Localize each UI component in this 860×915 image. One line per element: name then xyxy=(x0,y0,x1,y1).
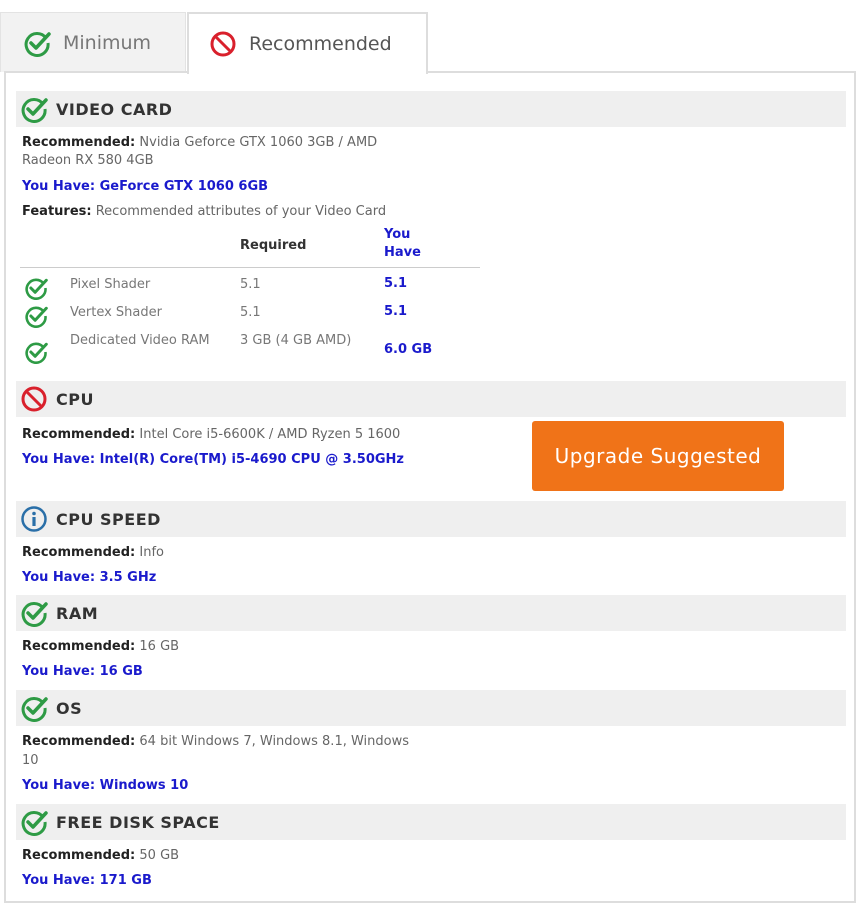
check-circle-icon xyxy=(20,599,48,627)
cpu-speed-title: CPU SPEED xyxy=(56,509,161,529)
cpu-speed-header: CPU SPEED xyxy=(16,501,846,537)
disk-recommended: Recommended: 50 GB xyxy=(22,848,179,863)
disk-title: FREE DISK SPACE xyxy=(56,812,220,832)
cpu-header: CPU xyxy=(16,381,846,417)
feature-name: Vertex Shader xyxy=(70,305,162,320)
have-value: 3.5 GHz xyxy=(99,570,157,585)
feature-have: 6.0 GB xyxy=(384,342,433,357)
recommended-value: Nvidia Geforce GTX 1060 3GB / AMD xyxy=(139,135,378,150)
video-card-features: Features: Recommended attributes of your… xyxy=(22,204,386,219)
disk-header: FREE DISK SPACE xyxy=(16,804,846,840)
recommended-label: Recommended: xyxy=(22,135,136,150)
recommended-value: Info xyxy=(139,545,165,560)
recommended-value: Intel Core i5-6600K / AMD Ryzen 5 1600 xyxy=(139,427,401,442)
feature-have: 5.1 xyxy=(384,304,408,319)
requirement-tabs: Minimum Recommended xyxy=(0,0,860,74)
recommended-label: Recommended: xyxy=(22,545,136,560)
no-entry-icon xyxy=(20,385,48,413)
cpu-title: CPU xyxy=(56,389,94,409)
requirements-panel: VIDEO CARD Recommended: Nvidia Geforce G… xyxy=(4,71,856,903)
feature-required: 5.1 xyxy=(240,277,261,292)
tab-recommended[interactable]: Recommended xyxy=(187,12,428,74)
video-card-title: VIDEO CARD xyxy=(56,99,173,119)
tab-minimum-label: Minimum xyxy=(63,31,152,54)
recommended-value: 50 GB xyxy=(139,848,180,863)
disk-have: You Have: 171 GB xyxy=(22,873,152,888)
have-value: 171 GB xyxy=(99,873,152,888)
upgrade-suggested-button[interactable]: Upgrade Suggested xyxy=(532,421,784,491)
check-circle-icon xyxy=(20,694,48,722)
no-entry-icon xyxy=(209,30,237,58)
have-value: Windows 10 xyxy=(99,778,189,793)
cpu-have: You Have: Intel(R) Core(TM) i5-4690 CPU … xyxy=(22,452,404,467)
check-circle-icon xyxy=(24,340,48,364)
os-recommended-cont: 10 xyxy=(22,753,39,768)
features-label: Features: xyxy=(22,204,92,219)
have-value: 16 GB xyxy=(99,664,143,679)
check-circle-icon xyxy=(20,808,48,836)
recommended-label: Recommended: xyxy=(22,848,136,863)
col-you-have: You Have xyxy=(384,227,421,260)
features-value: Recommended attributes of your Video Car… xyxy=(95,204,387,219)
have-label: You Have: xyxy=(22,664,96,679)
info-icon xyxy=(20,505,48,533)
feature-name: Dedicated Video RAM xyxy=(70,333,210,348)
video-card-have: You Have: GeForce GTX 1060 6GB xyxy=(22,179,268,194)
os-header: OS xyxy=(16,690,846,726)
cpu-speed-have: You Have: 3.5 GHz xyxy=(22,570,156,585)
recommended-label: Recommended: xyxy=(22,427,136,442)
ram-recommended: Recommended: 16 GB xyxy=(22,639,179,654)
check-circle-icon xyxy=(24,276,48,300)
have-label: You Have: xyxy=(22,179,96,194)
recommended-value: 16 GB xyxy=(139,639,180,654)
tab-recommended-label: Recommended xyxy=(249,33,392,55)
check-circle-icon xyxy=(20,95,48,123)
recommended-label: Recommended: xyxy=(22,639,136,654)
os-have: You Have: Windows 10 xyxy=(22,778,188,793)
ram-title: RAM xyxy=(56,603,99,623)
video-card-header: VIDEO CARD xyxy=(16,91,846,127)
col-required: Required xyxy=(240,238,307,253)
have-label: You Have: xyxy=(22,452,96,467)
have-value: Intel(R) Core(TM) i5-4690 CPU @ 3.50GHz xyxy=(99,452,404,467)
recommended-value-cont: Radeon RX 580 4GB xyxy=(22,153,154,168)
video-card-recommended: Recommended: Nvidia Geforce GTX 1060 3GB… xyxy=(22,135,377,150)
cpu-recommended: Recommended: Intel Core i5-6600K / AMD R… xyxy=(22,427,400,442)
check-circle-icon xyxy=(24,304,48,328)
table-divider xyxy=(20,267,480,268)
have-label: You Have: xyxy=(22,778,96,793)
os-title: OS xyxy=(56,698,83,718)
tab-minimum[interactable]: Minimum xyxy=(0,12,186,72)
os-recommended: Recommended: 64 bit Windows 7, Windows 8… xyxy=(22,734,409,749)
feature-have: 5.1 xyxy=(384,276,408,291)
recommended-value-cont: 10 xyxy=(22,753,39,768)
ram-have: You Have: 16 GB xyxy=(22,664,143,679)
ram-header: RAM xyxy=(16,595,846,631)
video-card-recommended-cont: Radeon RX 580 4GB xyxy=(22,153,154,168)
feature-name: Pixel Shader xyxy=(70,277,151,292)
recommended-label: Recommended: xyxy=(22,734,136,749)
recommended-value: 64 bit Windows 7, Windows 8.1, Windows xyxy=(139,734,410,749)
have-value: GeForce GTX 1060 6GB xyxy=(99,179,269,194)
feature-required: 3 GB (4 GB AMD) xyxy=(240,333,352,348)
have-label: You Have: xyxy=(22,570,96,585)
cpu-speed-recommended: Recommended: Info xyxy=(22,545,164,560)
check-circle-icon xyxy=(23,29,51,57)
feature-required: 5.1 xyxy=(240,305,261,320)
have-label: You Have: xyxy=(22,873,96,888)
